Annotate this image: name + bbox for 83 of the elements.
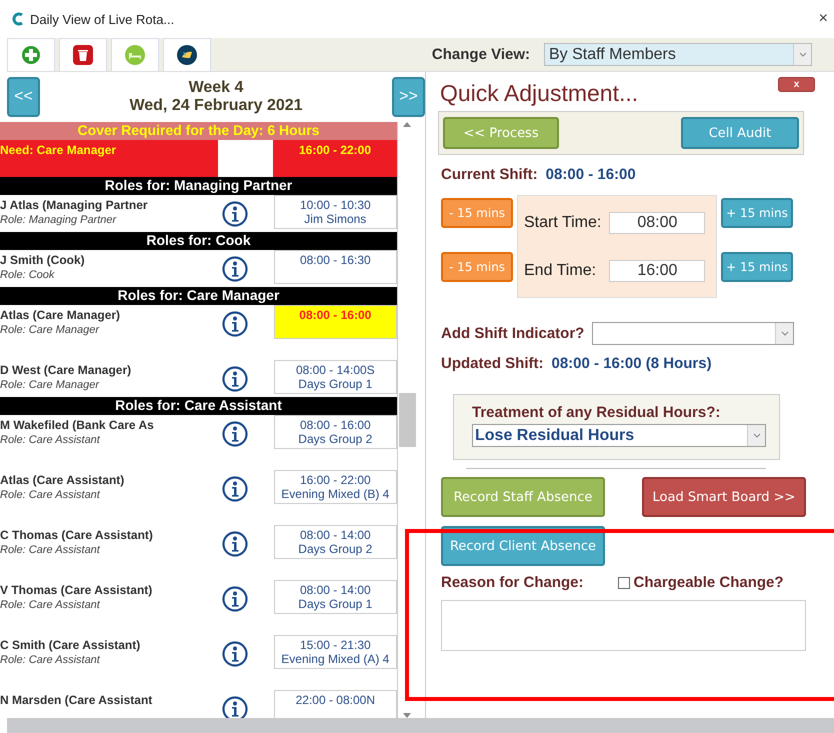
reason-field[interactable] xyxy=(441,600,806,651)
end-time-field[interactable]: 16:00 xyxy=(609,260,706,282)
shift-cell[interactable]: 08:00 - 14:00 Days Group 2 xyxy=(274,525,397,559)
need-label: Need: Care Manager xyxy=(0,140,218,177)
scroll-thumb[interactable] xyxy=(398,393,416,447)
info-icon[interactable] xyxy=(222,311,248,337)
shift-cell[interactable]: 22:00 - 08:00N xyxy=(274,690,397,718)
week-number: Week 4 xyxy=(188,79,244,97)
info-icon[interactable] xyxy=(222,366,248,392)
toolbar-button[interactable] xyxy=(59,38,107,71)
start-time-field[interactable]: 08:00 xyxy=(609,212,706,234)
info-icon[interactable] xyxy=(222,696,248,718)
info-icon[interactable] xyxy=(222,421,248,447)
staff-role: Role: Care Assistant xyxy=(0,544,102,556)
cover-required-banner: Cover Required for the Day: 6 Hours xyxy=(0,122,397,140)
staff-role: Role: Care Manager xyxy=(0,379,100,391)
info-icon[interactable] xyxy=(222,641,248,667)
shift-cell[interactable]: 08:00 - 14:00 Days Group 1 xyxy=(274,580,397,614)
role-group-header: Roles for: Cook xyxy=(0,232,397,250)
shift-indicator-label: Add Shift Indicator? xyxy=(441,325,584,342)
staff-role: Role: Cook xyxy=(0,269,56,281)
staff-name: D West (Care Manager) xyxy=(0,363,132,377)
staff-role: Role: Care Manager xyxy=(0,324,100,336)
caret-icon xyxy=(793,44,811,65)
globe-icon xyxy=(176,44,198,66)
staff-role: Role: Care Assistant xyxy=(0,654,102,666)
chargeable-checkbox[interactable] xyxy=(618,576,630,588)
role-group-header: Roles for: Care Assistant xyxy=(0,397,397,415)
caret-icon xyxy=(747,425,765,446)
current-shift-label: Current Shift: xyxy=(441,166,538,183)
shift-cell[interactable]: 16:00 - 22:00 Evening Mixed (B) 4 xyxy=(274,470,397,504)
window-title: Daily View of Live Rota... xyxy=(30,12,176,26)
staff-role: Role: Managing Partner xyxy=(0,214,118,226)
change-view-label: Change View: xyxy=(432,46,530,63)
shift-cell[interactable]: 08:00 - 16:00 xyxy=(274,305,397,339)
current-shift-value: 08:00 - 16:00 xyxy=(546,166,636,183)
info-icon[interactable] xyxy=(222,201,248,227)
end-time-label: End Time: xyxy=(524,262,598,280)
role-group-header: Roles for: Managing Partner xyxy=(0,177,397,195)
shift-cell[interactable]: 08:00 - 14:00S Days Group 1 xyxy=(274,360,397,394)
panel-title: Quick Adjustment... xyxy=(440,80,638,107)
info-icon[interactable] xyxy=(222,586,248,612)
toolbar-button[interactable] xyxy=(163,38,211,71)
staff-name: V Thomas (Care Assistant) xyxy=(0,583,154,597)
bed-icon xyxy=(124,44,146,66)
updated-shift-value: 08:00 - 16:00 (8 Hours) xyxy=(552,355,712,372)
shift-cell[interactable]: 10:00 - 10:30 Jim Simons xyxy=(274,195,397,229)
need-shift: 16:00 - 22:00 xyxy=(273,140,397,177)
updated-shift-label: Updated Shift: xyxy=(441,355,544,372)
staff-name: M Wakefiled (Bank Care As xyxy=(0,418,155,432)
shift-cell[interactable]: 08:00 - 16:30 xyxy=(274,250,397,284)
date-heading: Wed, 24 February 2021 xyxy=(128,97,304,115)
caret-icon xyxy=(775,323,794,344)
residual-hours-label: Treatment of any Residual Hours?: xyxy=(472,404,722,421)
change-view-dropdown[interactable]: By Staff Members xyxy=(544,43,812,66)
staff-name: C Smith (Care Assistant) xyxy=(0,638,142,652)
info-icon[interactable] xyxy=(222,531,248,557)
info-icon[interactable] xyxy=(222,476,248,502)
staff-name: N Marsden (Care Assistant xyxy=(0,693,154,707)
app-logo-icon xyxy=(12,12,24,26)
staff-role: Role: Care Assistant xyxy=(0,489,102,501)
role-group-header: Roles for: Care Manager xyxy=(0,287,397,305)
staff-name: J Atlas (Managing Partner xyxy=(0,198,149,212)
scroll-up-icon[interactable] xyxy=(403,122,411,127)
residual-hours-dropdown[interactable]: Lose Residual Hours xyxy=(472,424,766,447)
trash-icon xyxy=(72,44,94,66)
info-icon[interactable] xyxy=(222,256,248,282)
staff-name: C Thomas (Care Assistant) xyxy=(0,528,154,542)
staff-name: Atlas (Care Assistant) xyxy=(0,473,126,487)
staff-role: Role: Care Assistant xyxy=(0,434,102,446)
staff-name: J Smith (Cook) xyxy=(0,253,86,267)
close-button[interactable]: x xyxy=(778,77,815,92)
reason-label: Reason for Change: xyxy=(441,574,584,591)
shift-cell[interactable]: 15:00 - 21:30 Evening Mixed (A) 4 xyxy=(274,635,397,669)
shift-indicator-dropdown[interactable] xyxy=(592,322,794,345)
start-time-label: Start Time: xyxy=(524,214,602,232)
close-button[interactable]: × xyxy=(818,10,828,28)
load-smart-board-button[interactable]: Load Smart Board >> xyxy=(642,477,806,517)
shift-cell[interactable]: 08:00 - 16:00 Days Group 2 xyxy=(274,415,397,449)
staff-role: Role: Care Assistant xyxy=(0,599,102,611)
staff-name: Atlas (Care Manager) xyxy=(0,308,122,322)
add-icon xyxy=(21,45,41,65)
chargeable-label: Chargeable Change? xyxy=(634,574,784,591)
